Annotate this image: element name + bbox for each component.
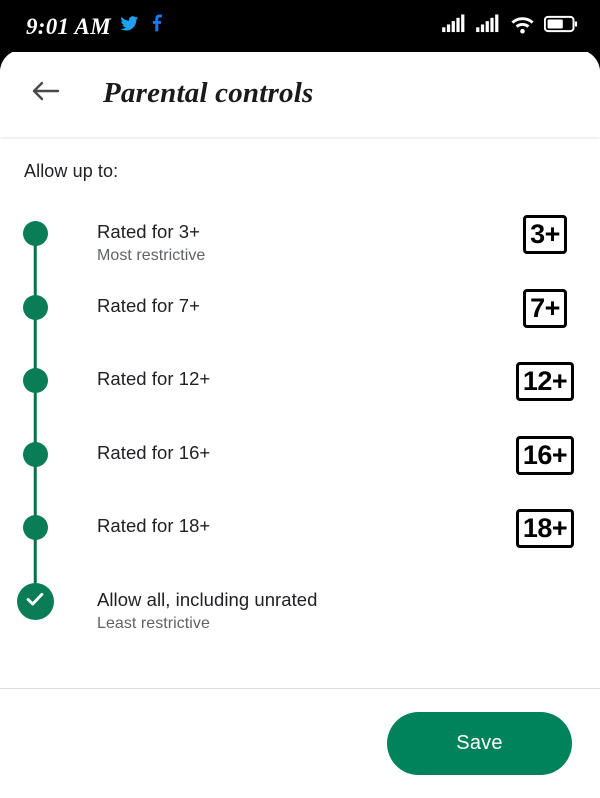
rating-badge-16plus: 16+ (515, 435, 575, 475)
option-dot[interactable] (22, 368, 48, 393)
rating-option-16plus[interactable]: Rated for 16+ 16+ (0, 435, 600, 515)
rating-option-12plus[interactable]: Rated for 12+ 12+ (0, 362, 600, 442)
rating-option-allow-all[interactable]: Allow all, including unrated Least restr… (0, 582, 600, 663)
option-labels: Allow all, including unrated Least restr… (70, 589, 490, 634)
option-subtitle: Least restrictive (97, 614, 210, 632)
option-labels: Rated for 18+ (70, 515, 490, 537)
rating-options-list: Rated for 3+ Most restrictive 3+ Rated f… (0, 215, 600, 663)
signal-icon (442, 14, 467, 38)
back-button[interactable] (24, 72, 68, 116)
rating-option-18plus[interactable]: Rated for 18+ 18+ (0, 509, 600, 589)
option-title: Rated for 18+ (97, 515, 211, 536)
option-labels: Rated for 3+ Most restrictive (70, 221, 490, 266)
option-marker (0, 368, 70, 393)
option-dot[interactable] (22, 294, 48, 320)
facebook-icon (148, 14, 167, 38)
rating-option-7plus[interactable]: Rated for 7+ 7+ (0, 288, 600, 368)
option-title: Rated for 3+ (97, 221, 200, 242)
section-label: Allow up to: (24, 161, 119, 181)
save-button[interactable]: Save (387, 712, 572, 775)
option-dot[interactable] (22, 515, 48, 540)
option-dot[interactable] (22, 221, 48, 246)
page-title: Parental controls (103, 77, 314, 109)
battery-icon (543, 15, 578, 38)
phone-screen: 9:01 AM Parental controls Allow up to: R… (0, 0, 600, 798)
check-icon (24, 588, 46, 615)
status-bar: 9:01 AM (0, 0, 600, 52)
option-dot-selected[interactable] (16, 582, 54, 620)
badge-slot: 3+ (490, 215, 600, 254)
option-marker (0, 515, 70, 540)
footer-bar: Save (0, 688, 600, 798)
status-time: 9:01 AM (26, 13, 111, 39)
option-marker (0, 294, 70, 320)
option-marker (0, 441, 70, 467)
signal-icon-2 (476, 14, 501, 38)
badge-slot: 12+ (490, 362, 600, 401)
rating-badge-12plus: 12+ (515, 362, 575, 401)
rating-badge-7plus: 7+ (523, 288, 567, 328)
app-bar: Parental controls (0, 50, 600, 137)
option-title: Rated for 16+ (97, 441, 211, 463)
option-labels: Rated for 7+ (70, 295, 490, 317)
wifi-icon (510, 14, 535, 39)
status-bar-left: 9:01 AM (26, 14, 167, 38)
option-title: Rated for 12+ (97, 368, 211, 389)
option-marker (0, 582, 70, 620)
option-title: Rated for 7+ (97, 294, 200, 316)
option-labels: Rated for 12+ (70, 368, 490, 390)
option-subtitle: Most restrictive (97, 247, 206, 264)
back-arrow-icon (31, 79, 61, 108)
option-marker (0, 221, 70, 246)
option-title: Allow all, including unrated (97, 588, 318, 610)
badge-slot: 18+ (490, 509, 600, 548)
badge-slot: 7+ (490, 288, 600, 328)
option-labels: Rated for 16+ (70, 442, 490, 464)
option-dot[interactable] (22, 441, 48, 467)
rating-option-3plus[interactable]: Rated for 3+ Most restrictive 3+ (0, 215, 600, 295)
content-sheet: Parental controls Allow up to: Rated for… (0, 50, 600, 798)
status-bar-right (442, 14, 578, 39)
twitter-icon (120, 14, 139, 38)
badge-slot: 16+ (490, 435, 600, 475)
main-content: Allow up to: Rated for 3+ Most restricti… (0, 137, 600, 689)
rating-badge-3plus: 3+ (523, 215, 567, 254)
rating-badge-18plus: 18+ (515, 509, 575, 548)
